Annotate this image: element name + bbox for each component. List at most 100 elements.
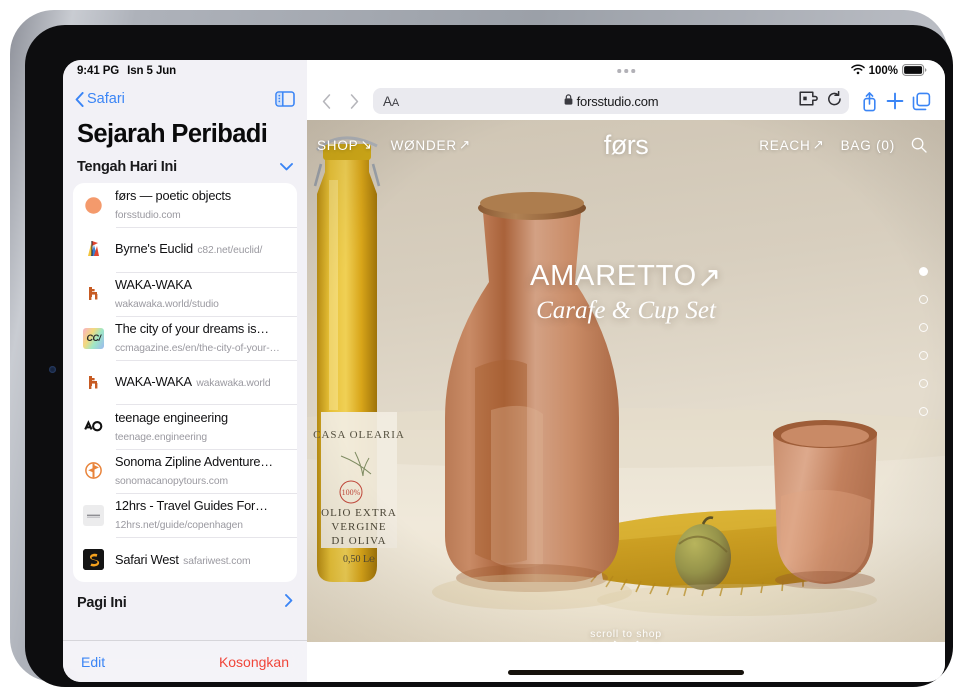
arrow-down-right-icon: ↘ [360,137,373,152]
sidebar-toggle-icon[interactable] [275,91,295,107]
webpage-viewport[interactable]: CASA OLEARIA 100% OLIO EXTRA VERGINE DI … [307,120,945,682]
list-item-title: Safari West [115,551,179,567]
list-item[interactable]: 12hrs - Travel Guides For… 12hrs.net/gui… [73,493,297,537]
nav-link-wonder[interactable]: WØNDER ↗ [391,137,471,153]
reload-icon[interactable] [827,90,842,112]
list-item[interactable]: teenage engineering teenage.engineering [73,404,297,448]
page-title: Sejarah Peribadi [77,120,268,148]
battery-percent-label: 100% [868,65,898,77]
list-item-url: c82.net/euclid/ [197,245,263,257]
list-item-title: førs — poetic objects [115,188,231,204]
section-label: Pagi Ini [77,594,127,611]
scroll-cue-label: scroll to shop [590,628,662,640]
carousel-dot-3[interactable] [919,323,928,332]
nav-link-reach[interactable]: REACH ↗ [759,137,824,153]
nav-link-shop[interactable]: SHOP ↘ [317,137,373,153]
browser-back-button[interactable] [313,88,339,114]
carousel-dot-4[interactable] [919,351,928,360]
edit-button[interactable]: Edit [81,654,105,670]
carousel-pagination [919,267,928,416]
nav-link-label: WØNDER [390,137,457,153]
list-item-url: safariwest.com [183,555,251,567]
hero-product-photo: CASA OLEARIA 100% OLIO EXTRA VERGINE DI … [307,120,945,642]
sonoma-zipline-favicon [83,460,104,481]
lock-icon [564,92,573,110]
teenage-engineering-favicon [83,416,104,437]
nav-link-label: BAG (0) [840,137,895,153]
list-item-url: wakawaka.world [196,378,271,390]
nav-link-label: REACH [759,137,811,153]
carousel-dot-2[interactable] [919,295,928,304]
carousel-dot-6[interactable] [919,407,928,416]
site-logo[interactable]: førs [604,131,649,159]
address-bar-url: forsstudio.com [576,93,659,109]
carousel-dot-5[interactable] [919,379,928,388]
carousel-dot-1[interactable] [919,267,928,276]
list-item-title: WAKA-WAKA [115,374,192,390]
extensions-icon[interactable] [799,91,818,111]
nav-link-bag[interactable]: BAG (0) [841,138,895,153]
list-item[interactable]: WAKA-WAKA wakawaka.world/studio [73,271,297,316]
section-header-today-afternoon[interactable]: Tengah Hari Ini [63,155,307,183]
status-bar-date: Isn 5 Jun [127,65,177,77]
history-card: førs — poetic objects forsstudio.com Byr… [73,183,297,582]
list-item-url: teenage.engineering [115,431,207,443]
hero-caption[interactable]: AMARETTO ↗ Carafe & Cup Set [530,260,722,325]
scroll-to-shop-cue[interactable]: scroll to shop [590,628,662,658]
list-item[interactable]: Safari West safariwest.com [73,537,297,581]
section-header-this-morning[interactable]: Pagi Ini [63,582,307,616]
front-camera [49,366,56,373]
sidebar-bottom-toolbar: Edit Kosongkan [63,640,307,682]
arrow-up-right-icon: ↗ [458,137,472,152]
page-settings-aa-button[interactable]: AA [383,94,399,109]
safari-west-favicon [83,549,104,571]
arrow-up-right-icon: ↗ [812,137,825,152]
back-button-label: Safari [87,91,125,107]
chevron-down-icon [613,640,639,657]
site-navigation: SHOP ↘ WØNDER ↗ førs REACH ↗ BAG (0) [307,131,945,159]
tab-overview-button[interactable] [909,89,933,113]
list-item[interactable]: Byrne's Euclid c82.net/euclid/ [73,227,297,271]
address-bar[interactable]: AA forsstudio.com [373,88,849,114]
browser-toolbar: AA forsstudio.com [307,82,945,120]
device-bezel: 9:41 PG Isn 5 Jun Safari Sejarah Peribad… [25,25,953,687]
address-bar-content: forsstudio.com [373,92,849,110]
status-bar-right: 100% [307,60,945,82]
browser-forward-button[interactable] [341,88,367,114]
list-item-title: WAKA-WAKA [115,276,192,292]
list-item-title: Sonoma Zipline Adventure… [115,453,273,469]
section-label: Tengah Hari Ini [77,159,177,175]
chevron-down-icon[interactable] [280,158,293,176]
list-item[interactable]: WAKA-WAKA wakawaka.world [73,360,297,404]
twelvehrs-favicon [83,504,104,526]
hero-title: AMARETTO [529,260,697,292]
list-item[interactable]: CC/ The city of your dreams is… ccmagazi… [73,315,297,360]
list-item[interactable]: førs — poetic objects forsstudio.com [73,183,297,227]
browser-pane: 100% AA forsstudio.com SHOP ↘ WØNDER ↗ f… [307,60,945,682]
hero-title-row: AMARETTO ↗ [530,260,722,295]
list-item-url: 12hrs.net/guide/copenhagen [115,520,243,532]
list-item-title: 12hrs - Travel Guides For… [115,498,268,514]
list-item-url: forsstudio.com [115,210,181,222]
chevron-left-icon [75,91,84,107]
clear-history-button[interactable]: Kosongkan [219,654,289,670]
wifi-icon [850,64,865,78]
window-controls-dots-icon[interactable] [617,69,635,73]
back-to-safari-button[interactable]: Safari [75,91,125,107]
wakawaka-chair-favicon [83,283,104,304]
arrow-up-right-icon: ↗ [696,262,723,294]
new-tab-button[interactable] [883,89,907,113]
hero-subtitle: Carafe & Cup Set [536,297,716,324]
wakawaka-chair-favicon [83,372,104,393]
list-item[interactable]: Sonoma Zipline Adventure… sonomacanopyto… [73,448,297,493]
home-indicator[interactable] [508,670,744,675]
list-item-title: The city of your dreams is… [115,321,269,337]
status-bar-left: 9:41 PG Isn 5 Jun [63,60,307,82]
share-button[interactable] [857,89,881,113]
nav-link-label: SHOP [317,137,359,153]
chevron-right-icon[interactable] [285,593,293,612]
ipad-screen: 9:41 PG Isn 5 Jun Safari Sejarah Peribad… [63,60,945,682]
device-frame: 9:41 PG Isn 5 Jun Safari Sejarah Peribad… [10,10,953,687]
search-icon[interactable] [911,137,927,153]
battery-full-icon [902,63,927,79]
